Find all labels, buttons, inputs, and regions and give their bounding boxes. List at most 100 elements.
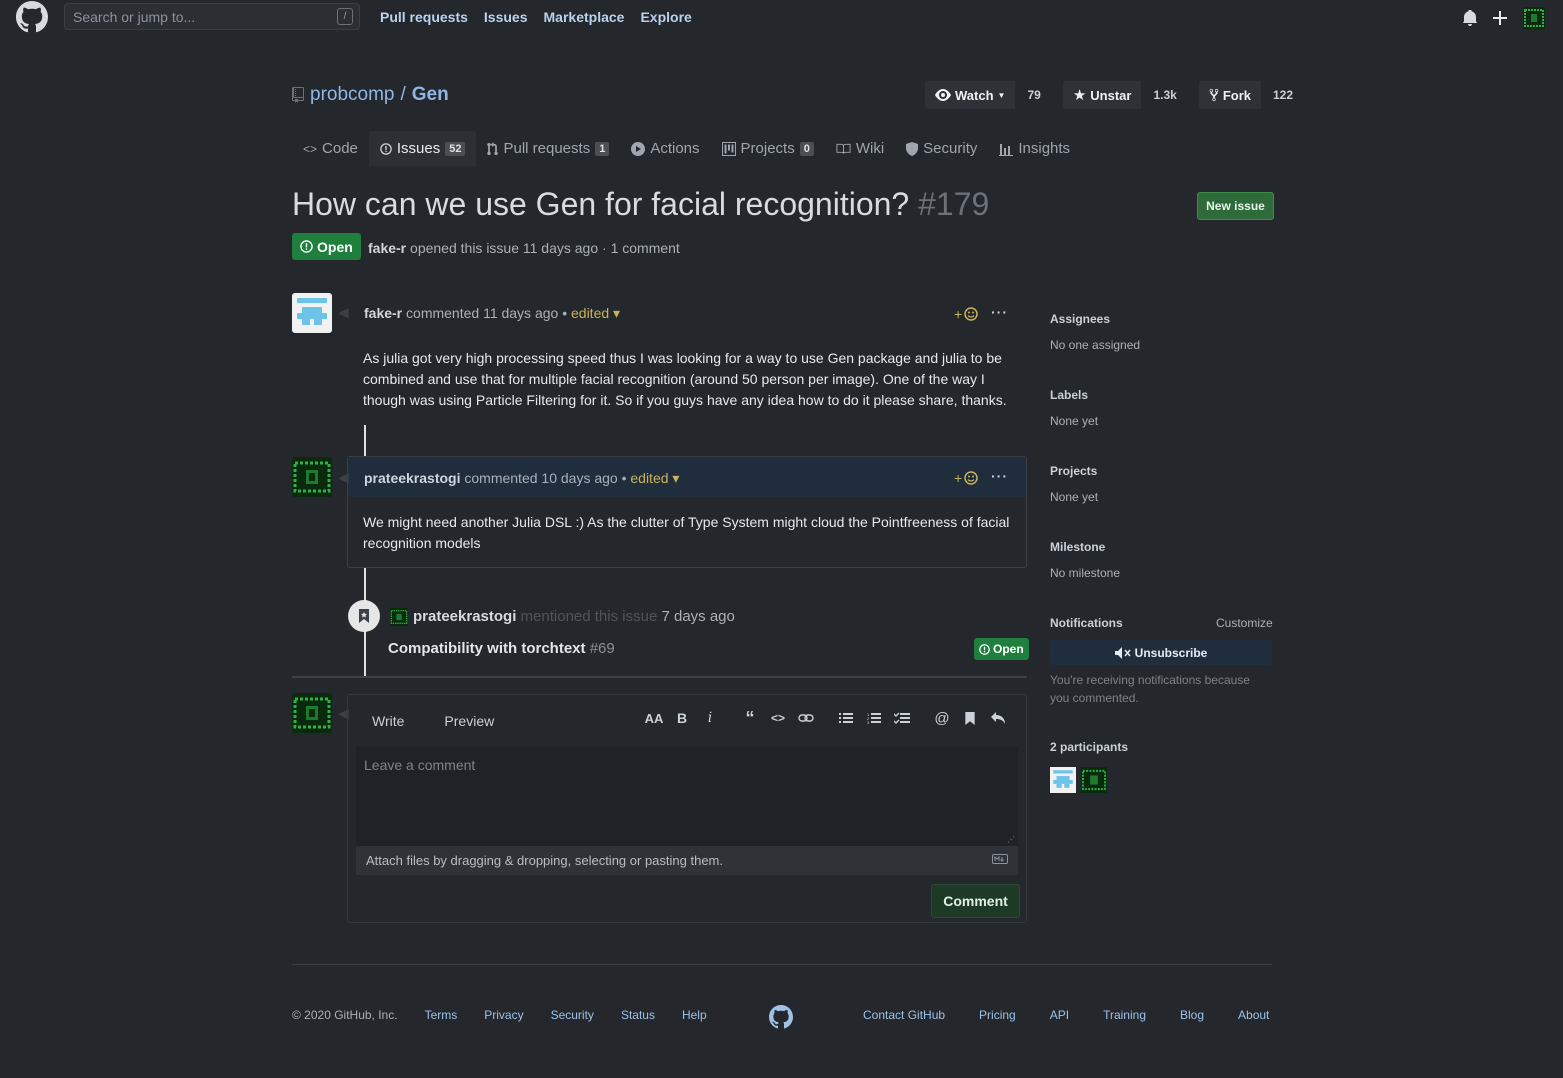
comment-submit-button[interactable]: Comment — [931, 884, 1020, 918]
nav-pull-requests[interactable]: Pull requests — [380, 9, 468, 25]
tab-security-label: Security — [923, 140, 978, 157]
avatar[interactable] — [292, 457, 332, 497]
star-count[interactable]: 1.3k — [1141, 81, 1189, 109]
quote-icon[interactable]: “ — [736, 708, 764, 728]
issue-meta-text: opened this issue 11 days ago · 1 commen… — [410, 240, 680, 256]
watch-count[interactable]: 79 — [1015, 81, 1053, 109]
footer-link-training[interactable]: Training — [1103, 1008, 1146, 1022]
project-icon — [721, 141, 736, 156]
issue-number: #179 — [918, 186, 990, 222]
resize-handle-icon[interactable]: ⋰ — [1007, 835, 1015, 844]
tab-write[interactable]: Write — [372, 713, 404, 729]
plus-icon[interactable] — [1493, 11, 1507, 25]
tab-actions[interactable]: Actions — [620, 131, 710, 166]
tab-issues[interactable]: Issues 52 — [368, 131, 477, 166]
footer-link-pricing[interactable]: Pricing — [979, 1008, 1016, 1022]
repo-name-link[interactable]: Gen — [412, 84, 449, 105]
footer-right: Contact GitHub Pricing API Training Blog… — [863, 1008, 1269, 1022]
text-size-icon[interactable]: AA — [640, 708, 668, 728]
footer-link-about[interactable]: About — [1238, 1008, 1269, 1022]
fork-icon — [1209, 88, 1219, 102]
markdown-icon[interactable] — [992, 854, 1008, 864]
mention-user-link[interactable]: prateekrastogi — [413, 608, 516, 625]
tab-wiki[interactable]: Wiki — [825, 131, 895, 166]
star-group: ★ Unstar 1.3k — [1062, 81, 1189, 109]
fork-count[interactable]: 122 — [1260, 81, 1306, 109]
search-input[interactable]: Search or jump to... / — [64, 3, 360, 30]
watch-label: Watch — [955, 87, 994, 103]
tab-actions-label: Actions — [650, 140, 700, 157]
footer-link-privacy[interactable]: Privacy — [484, 1008, 523, 1022]
avatar[interactable] — [390, 608, 408, 626]
tab-insights[interactable]: Insights — [988, 131, 1081, 166]
nav-explore[interactable]: Explore — [640, 9, 691, 25]
footer-link-help[interactable]: Help — [682, 1008, 707, 1022]
reference-state-badge: Open — [974, 638, 1029, 660]
new-issue-button[interactable]: New issue — [1197, 192, 1274, 220]
unsubscribe-button[interactable]: Unsubscribe — [1050, 640, 1272, 665]
notifications-heading: Notifications — [1050, 616, 1123, 630]
tab-pull-requests[interactable]: Pull requests 1 — [476, 131, 620, 166]
labels-heading[interactable]: Labels — [1050, 388, 1088, 402]
reply-icon[interactable] — [984, 708, 1012, 728]
shield-icon — [906, 141, 919, 156]
comment-caret: ◀ — [338, 304, 349, 320]
copyright: © 2020 GitHub, Inc. — [292, 1008, 398, 1022]
task-list-icon[interactable] — [888, 708, 916, 728]
avatar[interactable] — [292, 293, 332, 333]
repo-actions: Watch ▼ 79 ★ Unstar 1.3k Fork 122 — [925, 81, 1306, 109]
unstar-button[interactable]: ★ Unstar — [1062, 81, 1142, 109]
add-reaction-button[interactable]: + — [954, 306, 978, 322]
watch-button[interactable]: Watch ▼ — [925, 81, 1016, 109]
comment-header: prateekrastogi commented 10 days ago • e… — [364, 470, 679, 487]
fork-group: Fork 122 — [1198, 81, 1306, 109]
bold-icon[interactable]: B — [668, 708, 696, 728]
assignees-heading[interactable]: Assignees — [1050, 312, 1110, 326]
comment-author-link[interactable]: fake-r — [364, 305, 402, 321]
comment-textarea[interactable]: Leave a comment ⋰ — [356, 746, 1018, 846]
avatar[interactable] — [292, 693, 332, 733]
bell-icon[interactable] — [1463, 10, 1477, 26]
footer-link-status[interactable]: Status — [621, 1008, 655, 1022]
header-actions — [1463, 7, 1545, 29]
user-avatar[interactable] — [1523, 7, 1545, 29]
github-logo-icon[interactable] — [769, 1005, 793, 1029]
tab-preview[interactable]: Preview — [444, 713, 494, 729]
link-icon[interactable] — [792, 708, 820, 728]
fork-button[interactable]: Fork — [1198, 81, 1261, 109]
issue-author-link[interactable]: fake-r — [368, 240, 406, 256]
customize-link[interactable]: Customize — [1216, 616, 1273, 630]
tab-security[interactable]: Security — [895, 131, 988, 166]
tab-projects[interactable]: Projects 0 — [711, 131, 825, 166]
unordered-list-icon[interactable] — [832, 708, 860, 728]
bookmark-icon[interactable] — [956, 708, 984, 728]
mention-icon[interactable]: @ — [928, 708, 956, 728]
add-reaction-button[interactable]: + — [954, 470, 978, 486]
footer-link-contact[interactable]: Contact GitHub — [863, 1008, 945, 1022]
attach-files-area[interactable]: Attach files by dragging & dropping, sel… — [356, 846, 1018, 875]
avatar[interactable] — [1050, 767, 1076, 793]
toolbar-gap — [916, 708, 928, 728]
repo-owner-link[interactable]: probcomp — [310, 84, 395, 106]
comment-options-icon[interactable]: ··· — [991, 304, 1008, 320]
nav-issues[interactable]: Issues — [484, 9, 528, 25]
comment-author-link[interactable]: prateekrastogi — [364, 470, 460, 486]
avatar[interactable] — [1081, 767, 1107, 793]
milestone-heading[interactable]: Milestone — [1050, 540, 1105, 554]
edited-dropdown[interactable]: edited ▾ — [571, 305, 620, 321]
footer-link-api[interactable]: API — [1050, 1008, 1069, 1022]
reference-title-link[interactable]: Compatibility with torchtext — [388, 640, 586, 657]
footer-link-terms[interactable]: Terms — [425, 1008, 458, 1022]
tab-code[interactable]: <> Code — [292, 131, 369, 166]
footer-link-security[interactable]: Security — [551, 1008, 594, 1022]
footer-link-blog[interactable]: Blog — [1180, 1008, 1204, 1022]
code-icon[interactable]: <> — [764, 708, 792, 728]
comment-options-icon[interactable]: ··· — [991, 468, 1008, 484]
italic-icon[interactable]: i — [696, 708, 724, 728]
comment-header: fake-r commented 11 days ago • edited ▾ — [364, 305, 620, 322]
nav-marketplace[interactable]: Marketplace — [544, 9, 625, 25]
ordered-list-icon[interactable]: 123 — [860, 708, 888, 728]
projects-heading[interactable]: Projects — [1050, 464, 1097, 478]
github-logo-icon[interactable] — [16, 1, 48, 33]
edited-dropdown[interactable]: edited ▾ — [630, 470, 679, 486]
